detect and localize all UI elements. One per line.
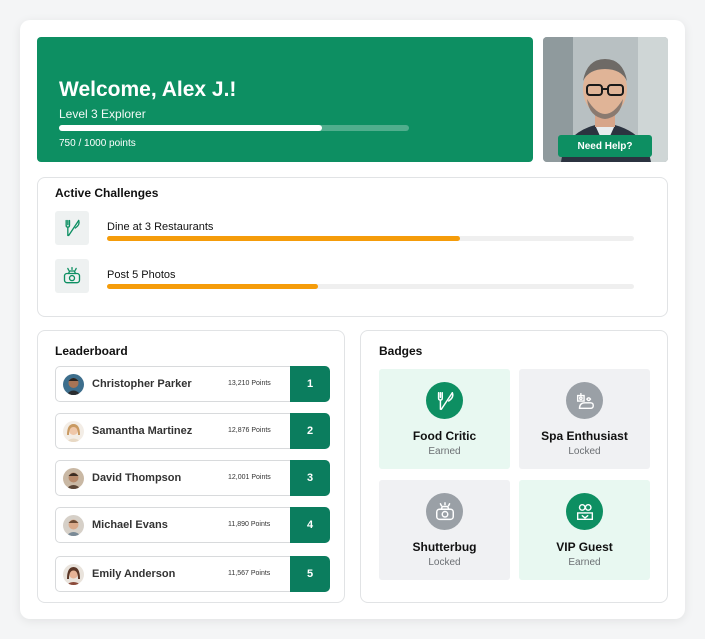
badges-title: Badges (379, 344, 423, 358)
challenge-progress-fill (107, 236, 461, 241)
rank-badge: 1 (290, 366, 330, 402)
badge-status: Locked (568, 446, 601, 457)
vip-icon (566, 493, 603, 530)
player-name: Christopher Parker (92, 378, 192, 390)
badge-card[interactable]: VIP Guest Earned (519, 480, 650, 580)
player-points: 11,890 Points (228, 521, 271, 528)
level-progress-bar (59, 125, 409, 131)
player-points: 12,001 Points (228, 474, 271, 481)
badge-name: Spa Enthusiast (541, 429, 628, 443)
camera-icon (426, 493, 463, 530)
spa-icon (566, 382, 603, 419)
challenge-label: Post 5 Photos (107, 269, 176, 281)
need-help-button[interactable]: Need Help? (558, 135, 652, 157)
badge-card[interactable]: Food Critic Earned (379, 369, 510, 469)
active-challenges-title: Active Challenges (55, 186, 159, 200)
badge-status: Earned (428, 446, 461, 457)
player-points: 13,210 Points (228, 380, 271, 387)
active-challenges-panel: Active Challenges Dine at 3 Restaurants … (37, 177, 668, 317)
points-text: 750 / 1000 points (59, 138, 136, 149)
level-progress-fill (59, 125, 322, 131)
player-name: Michael Evans (92, 519, 168, 531)
player-name: Samantha Martinez (92, 425, 193, 437)
badges-panel: Badges Food Critic Earned Spa Enthusiast… (360, 330, 668, 603)
utensils-icon (55, 211, 89, 245)
player-points: 11,567 Points (228, 570, 271, 577)
rank-badge: 5 (290, 556, 330, 592)
leaderboard-row[interactable]: David Thompson 12,001 Points 3 (55, 460, 330, 496)
avatar (63, 468, 84, 489)
leaderboard-row[interactable]: Michael Evans 11,890 Points 4 (55, 507, 330, 543)
leaderboard-row[interactable]: Samantha Martinez 12,876 Points 2 (55, 413, 330, 449)
leaderboard-panel: Leaderboard Christopher Parker 13,210 Po… (37, 330, 345, 603)
utensils-icon (426, 382, 463, 419)
player-name: Emily Anderson (92, 568, 176, 580)
badge-name: Shutterbug (412, 540, 477, 554)
badge-status: Locked (428, 557, 461, 568)
badge-name: VIP Guest (556, 540, 613, 554)
avatar (63, 564, 84, 585)
avatar (63, 515, 84, 536)
badge-name: Food Critic (412, 429, 477, 443)
challenge-progress-track (107, 236, 634, 241)
leaderboard-title: Leaderboard (55, 344, 128, 358)
rank-badge: 3 (290, 460, 330, 496)
player-points: 12,876 Points (228, 427, 271, 434)
welcome-title: Welcome, Alex J.! (59, 78, 237, 101)
badge-card[interactable]: Shutterbug Locked (379, 480, 510, 580)
player-name: David Thompson (92, 472, 182, 484)
challenge-label: Dine at 3 Restaurants (107, 221, 214, 233)
welcome-banner: Welcome, Alex J.! Level 3 Explorer 750 /… (37, 37, 533, 162)
badge-status: Earned (568, 557, 601, 568)
level-label: Level 3 Explorer (59, 107, 146, 121)
rank-badge: 4 (290, 507, 330, 543)
avatar (63, 421, 84, 442)
camera-icon (55, 259, 89, 293)
support-agent-photo: Need Help? (543, 37, 668, 162)
badge-card[interactable]: Spa Enthusiast Locked (519, 369, 650, 469)
challenge-progress-fill (107, 284, 318, 289)
challenge-progress-track (107, 284, 634, 289)
rank-badge: 2 (290, 413, 330, 449)
avatar (63, 374, 84, 395)
leaderboard-row[interactable]: Emily Anderson 11,567 Points 5 (55, 556, 330, 592)
leaderboard-row[interactable]: Christopher Parker 13,210 Points 1 (55, 366, 330, 402)
